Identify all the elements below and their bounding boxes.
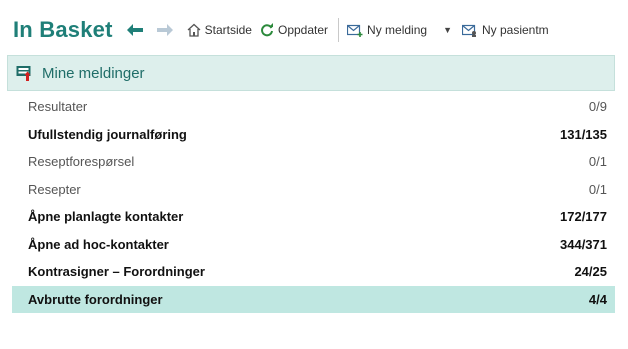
row-count: 4/4	[588, 291, 607, 307]
list-item[interactable]: Ufullstendig journalføring 131/135	[12, 121, 615, 149]
list-item[interactable]: Reseptforespørsel 0/1	[12, 148, 615, 176]
list-item[interactable]: Resepter 0/1	[12, 176, 615, 204]
ny-pasient-label: Ny pasientm	[481, 23, 549, 37]
row-label: Resepter	[28, 181, 81, 197]
mine-meldinger-header[interactable]: Mine meldinger	[7, 55, 615, 91]
refresh-icon	[261, 23, 273, 37]
row-label: Resultater	[28, 99, 88, 115]
panel-title: Mine meldinger	[42, 64, 145, 82]
list-item-selected[interactable]: Avbrutte forordninger 4/4	[12, 285, 615, 313]
app-title: In Basket	[13, 17, 113, 42]
toolbar-divider	[338, 18, 340, 42]
startside-button[interactable]: Startside	[187, 23, 252, 37]
row-label: Avbrutte forordninger	[28, 291, 163, 307]
list-item[interactable]: Kontrasigner – Forordninger 24/25	[12, 258, 615, 286]
list-item[interactable]: Åpne planlagte kontakter 172/177	[12, 203, 615, 231]
forward-arrow-icon[interactable]	[156, 22, 173, 38]
list-item[interactable]: Åpne ad hoc-kontakter 344/371	[12, 231, 615, 259]
chevron-down-icon[interactable]: ▼	[443, 25, 452, 35]
ny-melding-button[interactable]: Ny melding	[347, 23, 427, 37]
ny-melding-label: Ny melding	[367, 23, 428, 37]
row-label: Åpne planlagte kontakter	[28, 209, 184, 225]
startside-label: Startside	[204, 23, 252, 37]
home-icon	[187, 23, 201, 37]
list-item[interactable]: Resultater 0/9	[12, 93, 615, 121]
row-label: Åpne ad hoc-kontakter	[28, 236, 169, 252]
row-count: 172/177	[560, 209, 607, 225]
inbox-icon	[16, 66, 31, 81]
row-count: 131/135	[560, 126, 607, 142]
row-label: Ufullstendig journalføring	[28, 126, 187, 142]
row-count: 344/371	[560, 236, 607, 252]
new-message-icon	[347, 24, 363, 37]
row-count: 0/1	[588, 181, 607, 197]
oppdater-button[interactable]: Oppdater	[260, 23, 328, 37]
message-folder-list: Resultater 0/9 Ufullstendig journalførin…	[12, 93, 615, 313]
ny-pasient-button[interactable]: Ny pasientm	[461, 23, 549, 37]
row-label: Reseptforespørsel	[28, 154, 135, 170]
patient-message-icon	[461, 24, 476, 37]
row-count: 24/25	[574, 264, 607, 280]
oppdater-label: Oppdater	[277, 23, 329, 37]
back-arrow-icon[interactable]	[126, 22, 143, 38]
row-count: 0/1	[588, 154, 607, 170]
row-count: 0/9	[588, 99, 607, 115]
toolbar: In Basket Startside Oppdater Ny melding …	[0, 0, 628, 60]
row-label: Kontrasigner – Forordninger	[28, 264, 205, 280]
